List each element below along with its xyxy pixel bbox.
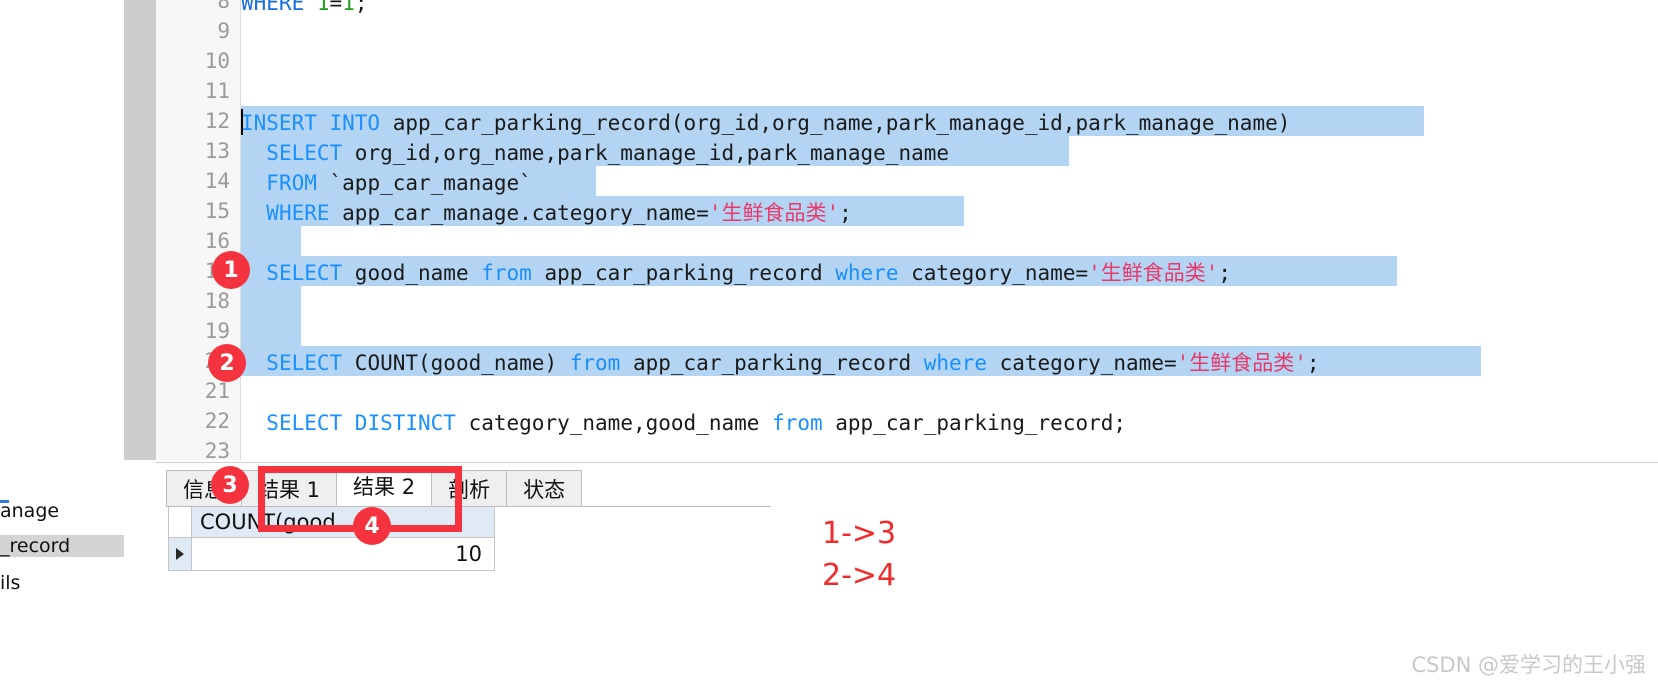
- line-number: 9: [217, 19, 230, 43]
- line-number: 11: [204, 79, 230, 103]
- line-number: 23: [204, 439, 230, 460]
- line-number: 8: [217, 0, 230, 13]
- code-line[interactable]: SELECT COUNT(good_name) from app_car_par…: [241, 348, 1319, 378]
- line-number: 12: [204, 109, 230, 133]
- line-number: 10: [204, 49, 230, 73]
- object-browser-panel: anage _recordils: [0, 0, 124, 689]
- code-line[interactable]: SELECT org_id,org_name,park_manage_id,pa…: [241, 138, 949, 168]
- object-browser-item[interactable]: ils: [0, 572, 20, 594]
- left-splitter-gutter: [124, 0, 156, 460]
- line-number: 21: [204, 379, 230, 403]
- line-number: 16: [204, 229, 230, 253]
- current-row-indicator: [169, 538, 192, 570]
- editor-line-number-gutter: 891011121314151617181920212223: [156, 0, 241, 460]
- code-line[interactable]: SELECT good_name from app_car_parking_re…: [241, 258, 1231, 288]
- sql-editor[interactable]: 891011121314151617181920212223 WHERE 1=1…: [156, 0, 1658, 460]
- line-number: 13: [204, 139, 230, 163]
- code-line[interactable]: WHERE 1=1;: [241, 0, 368, 18]
- annotation-marker-3: 3: [211, 466, 249, 504]
- selection-highlight: [241, 226, 301, 256]
- annotation-note: 1->3: [822, 516, 897, 551]
- selection-highlight: [241, 316, 301, 346]
- object-browser-item[interactable]: anage: [0, 500, 59, 522]
- code-line[interactable]: WHERE app_car_manage.category_name='生鲜食品…: [241, 198, 851, 228]
- code-line[interactable]: INSERT INTO app_car_parking_record(org_i…: [241, 108, 1290, 138]
- line-number: 15: [204, 199, 230, 223]
- annotation-marker-4: 4: [353, 507, 391, 545]
- object-browser-item[interactable]: _record: [0, 535, 124, 557]
- annotation-marker-2: 2: [208, 344, 246, 382]
- result-cell-count[interactable]: 10: [192, 538, 494, 570]
- result-grid-row[interactable]: 10: [169, 538, 494, 570]
- watermark: CSDN @爱学习的王小强: [1411, 653, 1646, 677]
- results-tab[interactable]: 状态: [506, 470, 583, 506]
- row-arrow-icon: [176, 548, 184, 560]
- text-caret: [241, 109, 243, 135]
- annotation-marker-1: 1: [212, 251, 250, 289]
- line-number: 14: [204, 169, 230, 193]
- result-grid-corner: [169, 507, 192, 538]
- selection-highlight: [241, 286, 301, 316]
- annotation-note: 2->4: [822, 558, 897, 593]
- line-number: 18: [204, 289, 230, 313]
- code-line[interactable]: SELECT DISTINCT category_name,good_name …: [241, 408, 1126, 438]
- line-number: 19: [204, 319, 230, 343]
- line-number: 22: [204, 409, 230, 433]
- code-line[interactable]: FROM `app_car_manage`: [241, 168, 532, 198]
